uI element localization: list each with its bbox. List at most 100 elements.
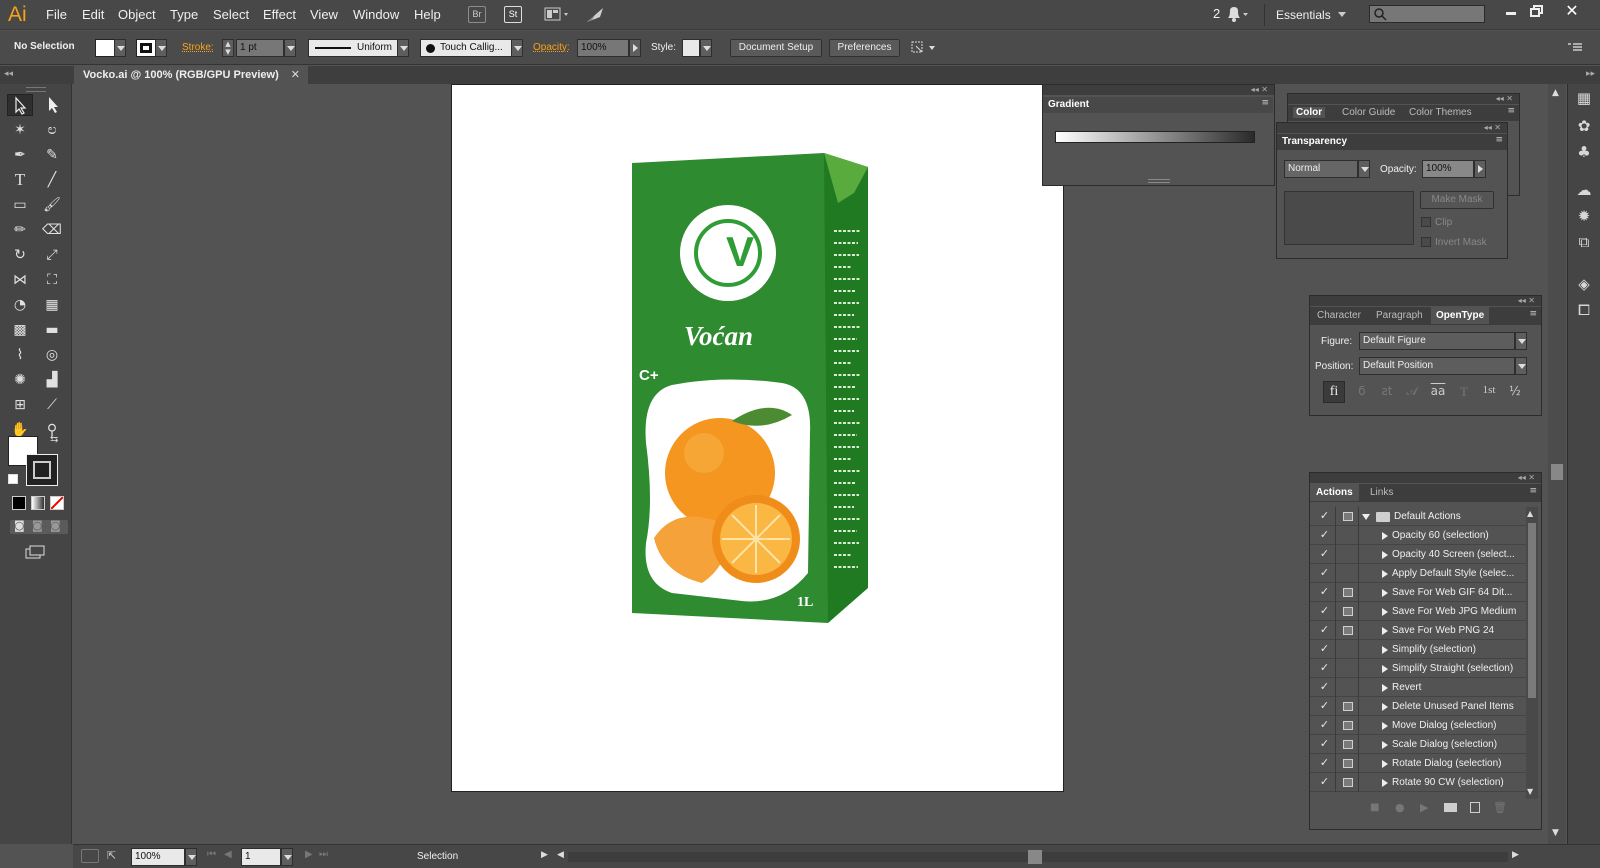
cc-libraries-icon[interactable]: ☁ (1574, 180, 1594, 200)
menu-effect[interactable]: Effect (263, 7, 296, 22)
figure-dropdown[interactable] (1515, 332, 1527, 350)
draw-mode-group[interactable]: ◙ ◙ ◙ (10, 519, 68, 534)
menu-view[interactable]: View (310, 7, 338, 22)
dialog-toggle[interactable] (1337, 697, 1359, 716)
draw-behind-icon[interactable]: ◙ (32, 519, 43, 532)
horizontal-scrollbar[interactable] (568, 850, 1508, 864)
perspective-grid-tool-icon[interactable]: ▦ (39, 294, 65, 316)
blend-tool-icon[interactable]: ◎ (39, 344, 65, 366)
artboard-navigation-icon[interactable] (81, 849, 99, 863)
stroke-swatch[interactable] (136, 39, 156, 57)
toggle-item-checkmark-icon[interactable]: ✓ (1314, 697, 1336, 716)
action-row[interactable]: ✓ Move Dialog (selection) (1310, 716, 1526, 735)
color-panel-header[interactable]: ◂◂ ✕ (1288, 94, 1519, 104)
bridge-button[interactable]: Br (468, 6, 486, 23)
action-row[interactable]: ✓ Rotate 90 CW (selection) (1310, 773, 1526, 792)
expand-triangle-icon[interactable] (1382, 684, 1392, 692)
dialog-toggle[interactable] (1337, 621, 1359, 640)
expand-triangle-icon[interactable] (1382, 646, 1392, 654)
close-tab-icon[interactable]: ✕ (291, 66, 300, 84)
collapse-toolbar-icon[interactable]: ◂◂ (4, 69, 13, 79)
width-tool-icon[interactable]: ⋈ (7, 269, 33, 291)
first-artboard-icon[interactable]: ⏮ (207, 849, 216, 860)
action-row[interactable]: ✓ Apply Default Style (selec... (1310, 564, 1526, 583)
toggle-item-checkmark-icon[interactable]: ✓ (1314, 716, 1336, 735)
shape-builder-tool-icon[interactable]: ◔ (7, 294, 33, 316)
next-artboard-icon[interactable]: ▶ (305, 849, 313, 860)
toggle-item-checkmark-icon[interactable]: ✓ (1314, 602, 1336, 621)
artboard[interactable]: V Voćan C+ 1L (451, 84, 1064, 792)
toggle-item-checkmark-icon[interactable]: ✓ (1314, 545, 1336, 564)
toolbar-grip[interactable] (26, 87, 46, 92)
brush-dropdown[interactable] (511, 39, 523, 57)
opacity-slider-button[interactable] (1474, 160, 1486, 178)
stroke-weight-dropdown[interactable] (284, 39, 296, 57)
mesh-tool-icon[interactable]: ▩ (7, 319, 33, 341)
new-set-folder-icon[interactable] (1444, 803, 1457, 812)
expand-triangle-icon[interactable] (1382, 779, 1392, 787)
invert-mask-checkbox[interactable] (1421, 237, 1431, 247)
make-mask-button[interactable]: Make Mask (1420, 191, 1494, 209)
dialog-toggle[interactable] (1337, 545, 1359, 564)
menu-file[interactable]: File (46, 7, 67, 22)
stroke-label[interactable]: Stroke: (182, 42, 214, 53)
gpu-performance-button[interactable] (584, 5, 606, 25)
magic-wand-tool-icon[interactable]: ✶ (7, 119, 33, 141)
swap-fill-stroke-icon[interactable]: ⇆ (50, 434, 58, 445)
panel-menu-icon[interactable]: ≡ (1261, 98, 1269, 108)
document-tab[interactable]: Vocko.ai @ 100% (RGB/GPU Preview) ✕ (74, 66, 308, 84)
toggle-item-checkmark-icon[interactable]: ✓ (1314, 754, 1336, 773)
stroke-weight-stepper[interactable]: ▲ ▼ (222, 39, 234, 57)
action-row[interactable]: ✓ Opacity 60 (selection) (1310, 526, 1526, 545)
action-row[interactable]: ✓ Simplify (selection) (1310, 640, 1526, 659)
action-row[interactable]: ✓ Save For Web PNG 24 (1310, 621, 1526, 640)
position-select[interactable]: Default Position (1359, 357, 1515, 375)
expand-triangle-icon[interactable] (1382, 703, 1392, 711)
curvature-tool-icon[interactable]: ✎ (39, 144, 65, 166)
status-menu-icon[interactable]: ▶ (541, 850, 548, 860)
dialog-toggle[interactable] (1337, 716, 1359, 735)
ordinals-button[interactable]: 1st (1477, 384, 1501, 402)
panel-menu-icon[interactable]: ≡ (1529, 309, 1537, 319)
panel-menu-icon[interactable]: ≡ (1507, 106, 1515, 116)
horizontal-scroll-thumb[interactable] (1028, 850, 1042, 864)
titling-alternates-button[interactable]: T (1453, 384, 1475, 402)
tab-character[interactable]: Character (1317, 310, 1361, 321)
color-mode-icon[interactable] (12, 496, 26, 510)
screen-mode-icon[interactable] (24, 544, 46, 560)
scroll-left-icon[interactable]: ◀ (557, 850, 564, 860)
action-row[interactable]: ✓ Save For Web GIF 64 Dit... (1310, 583, 1526, 602)
blend-mode-dropdown[interactable] (1358, 160, 1370, 178)
gradient-mode-icon[interactable] (31, 496, 45, 510)
lasso-tool-icon[interactable]: ಲ (39, 119, 65, 141)
toggle-item-checkmark-icon[interactable]: ✓ (1314, 735, 1336, 754)
stop-icon[interactable]: ■ (1370, 802, 1379, 813)
dialog-toggle[interactable] (1337, 659, 1359, 678)
type-tool-icon[interactable]: T (7, 169, 33, 191)
menu-help[interactable]: Help (414, 7, 441, 22)
toggle-item-checkmark-icon[interactable]: ✓ (1314, 678, 1336, 697)
stock-button[interactable]: St (504, 6, 522, 23)
appearance-icon[interactable]: ✹ (1574, 206, 1594, 226)
eraser-tool-icon[interactable]: ⌫ (39, 219, 65, 241)
discretionary-ligatures-button[interactable]: ƨt (1376, 384, 1398, 402)
opacity-slider-button[interactable] (629, 39, 641, 57)
dialog-toggle[interactable] (1337, 602, 1359, 621)
symbols-icon[interactable]: ♣ (1574, 142, 1594, 162)
panel-menu-icon[interactable]: ≡ (1495, 135, 1503, 145)
scroll-down-icon[interactable]: ▼ (1527, 787, 1533, 796)
dialog-toggle[interactable] (1337, 564, 1359, 583)
expand-triangle-icon[interactable] (1362, 514, 1370, 524)
expand-triangle-icon[interactable] (1382, 627, 1392, 635)
last-artboard-icon[interactable]: ⏭ (319, 849, 328, 860)
brush-definition[interactable]: Touch Callig... (420, 39, 512, 57)
trash-icon[interactable]: 🗑 (1493, 801, 1507, 814)
pencil-tool-icon[interactable]: ✏ (7, 219, 33, 241)
scroll-up-icon[interactable]: ▲ (1552, 88, 1559, 98)
selection-tool-icon[interactable] (7, 94, 33, 116)
fill-swatch[interactable] (95, 39, 115, 57)
vertical-scroll-thumb[interactable] (1551, 464, 1563, 480)
panel-menu-icon[interactable]: ≡ (1529, 486, 1537, 496)
symbol-sprayer-tool-icon[interactable]: ✺ (7, 369, 33, 391)
stroke-weight-field[interactable]: 1 pt (236, 39, 284, 57)
